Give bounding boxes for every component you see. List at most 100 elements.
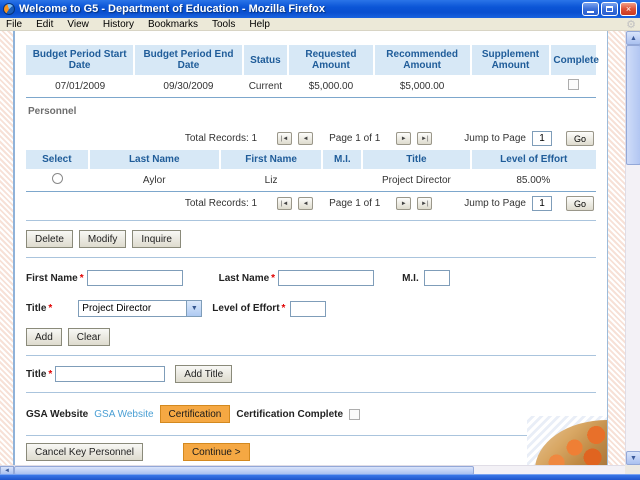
- vertical-scrollbar[interactable]: ▲ ▼: [625, 31, 640, 465]
- prev-page-button[interactable]: ◄: [298, 132, 314, 145]
- form-action-buttons: Cancel Key Personnel Continue >: [26, 443, 596, 461]
- total-records-label: Total Records: 1: [184, 198, 258, 209]
- next-page-button[interactable]: ►: [396, 132, 412, 145]
- certification-complete-checkbox[interactable]: [349, 408, 361, 420]
- browser-window: Welcome to G5 - Department of Education …: [0, 0, 640, 480]
- close-button[interactable]: ×: [620, 2, 637, 16]
- certification-complete-label: Certification Complete: [236, 408, 344, 420]
- total-records-label: Total Records: 1: [184, 133, 258, 144]
- required-marker: *: [48, 303, 53, 314]
- delete-button[interactable]: Delete: [26, 230, 73, 248]
- col-title: Title: [362, 150, 472, 169]
- menu-file[interactable]: File: [6, 19, 22, 30]
- title-label: Title: [26, 303, 47, 314]
- page-viewport: Budget Period Start Date Budget Period E…: [0, 31, 640, 474]
- name-form-row: First Name * Last Name * M.I.: [26, 270, 596, 286]
- title-select[interactable]: Project Director ▼: [78, 300, 203, 317]
- mi-value: [322, 169, 363, 192]
- add-title-row: Title * Add Title: [26, 365, 596, 383]
- firefox-icon: [3, 3, 15, 15]
- certification-button[interactable]: Certification: [159, 405, 231, 423]
- jump-to-page-input[interactable]: [532, 131, 552, 146]
- budget-status-value: Current: [242, 75, 289, 98]
- first-page-button[interactable]: |◄: [277, 197, 293, 210]
- add-button[interactable]: Add: [26, 328, 62, 346]
- budget-requested-value: $5,000.00: [288, 75, 374, 98]
- scroll-up-button[interactable]: ▲: [626, 31, 640, 45]
- menu-edit[interactable]: Edit: [36, 19, 53, 30]
- personnel-table: Select Last Name First Name M.I. Title L…: [26, 150, 596, 192]
- new-title-label: Title: [26, 368, 47, 380]
- windows-taskbar[interactable]: [0, 474, 640, 480]
- go-button[interactable]: Go: [566, 196, 594, 211]
- title-effort-row: Title * Project Director ▼ Level of Effo…: [26, 300, 596, 317]
- go-button[interactable]: Go: [566, 131, 594, 146]
- last-name-input[interactable]: [278, 270, 375, 286]
- menu-help[interactable]: Help: [249, 19, 270, 30]
- budget-end-value: 09/30/2009: [134, 75, 243, 98]
- budget-complete-checkbox[interactable]: [567, 79, 579, 90]
- page-indicator: Page 1 of 1: [329, 198, 381, 209]
- add-clear-buttons: Add Clear: [26, 328, 596, 346]
- gsa-website-label: GSA Website: [26, 408, 89, 420]
- level-of-effort-input[interactable]: [290, 300, 327, 317]
- record-action-buttons: Delete Modify Inquire: [26, 230, 596, 248]
- divider: [26, 220, 596, 221]
- budget-row: 07/01/2009 09/30/2009 Current $5,000.00 …: [26, 75, 596, 98]
- col-level-of-effort: Level of Effort: [470, 150, 596, 169]
- vertical-scroll-thumb[interactable]: [626, 45, 640, 165]
- first-name-label: First Name: [26, 272, 78, 284]
- menu-bar: File Edit View History Bookmarks Tools H…: [0, 18, 640, 31]
- menu-bookmarks[interactable]: Bookmarks: [148, 19, 198, 30]
- col-supplement: Supplement Amount: [470, 45, 552, 75]
- effort-value: 85.00%: [470, 169, 596, 192]
- first-name-value: Liz: [219, 169, 323, 192]
- chevron-down-icon: ▼: [186, 301, 202, 316]
- continue-button[interactable]: Continue >: [182, 443, 250, 461]
- personnel-pagination-bottom: Total Records: 1 |◄ ◄ Page 1 of 1 ► ►| J…: [26, 196, 594, 211]
- col-budget-end: Budget Period End Date: [134, 45, 244, 75]
- col-recommended: Recommended Amount: [373, 45, 472, 75]
- menu-history[interactable]: History: [103, 19, 134, 30]
- required-marker: *: [281, 303, 286, 314]
- jump-to-page-label: Jump to Page: [464, 133, 526, 144]
- cancel-key-personnel-button[interactable]: Cancel Key Personnel: [26, 443, 143, 461]
- clear-button[interactable]: Clear: [67, 328, 110, 346]
- window-title: Welcome to G5 - Department of Education …: [19, 3, 325, 15]
- horizontal-scroll-thumb[interactable]: [14, 466, 474, 474]
- scroll-left-button[interactable]: ◄: [0, 466, 14, 474]
- horizontal-scrollbar[interactable]: ◄: [0, 465, 625, 474]
- menu-tools[interactable]: Tools: [212, 19, 235, 30]
- prev-page-button[interactable]: ◄: [298, 197, 314, 210]
- last-page-button[interactable]: ►|: [417, 197, 433, 210]
- minimize-button[interactable]: [582, 2, 599, 16]
- col-select: Select: [26, 150, 90, 169]
- mi-input[interactable]: [423, 270, 450, 286]
- col-last-name: Last Name: [88, 150, 221, 169]
- gsa-website-link[interactable]: GSA Website: [94, 409, 153, 420]
- first-page-button[interactable]: |◄: [277, 132, 293, 145]
- select-person-radio[interactable]: [51, 173, 63, 184]
- modify-button[interactable]: Modify: [78, 230, 127, 248]
- last-page-button[interactable]: ►|: [417, 132, 433, 145]
- restore-button[interactable]: [601, 2, 618, 16]
- divider: [26, 392, 596, 393]
- col-complete: Complete: [550, 45, 599, 75]
- jump-to-page-input[interactable]: [532, 196, 552, 211]
- personnel-section-label: Personnel: [28, 106, 77, 117]
- inquire-button[interactable]: Inquire: [132, 230, 181, 248]
- first-name-input[interactable]: [86, 270, 183, 286]
- page-content: Budget Period Start Date Budget Period E…: [13, 31, 608, 465]
- divider: [26, 435, 596, 436]
- required-marker: *: [48, 368, 53, 380]
- add-title-button[interactable]: Add Title: [175, 365, 233, 383]
- scroll-down-button[interactable]: ▼: [626, 451, 640, 465]
- jump-to-page-label: Jump to Page: [464, 198, 526, 209]
- menu-view[interactable]: View: [67, 19, 89, 30]
- new-title-input[interactable]: [55, 366, 166, 382]
- col-status: Status: [242, 45, 290, 75]
- required-marker: *: [79, 272, 84, 284]
- next-page-button[interactable]: ►: [396, 197, 412, 210]
- budget-start-value: 07/01/2009: [26, 75, 135, 98]
- certification-row: GSA Website GSA Website Certification Ce…: [26, 405, 596, 423]
